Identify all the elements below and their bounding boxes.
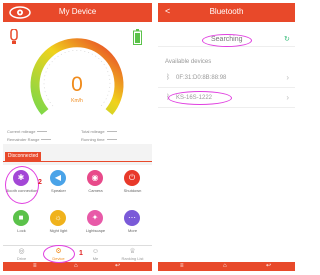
page-title: Bluetooth (209, 7, 244, 16)
bluetooth-status-icon (10, 29, 18, 44)
menu-nav-icon[interactable]: ≡ (180, 262, 184, 271)
camera-button[interactable]: ◉ Camera (77, 165, 114, 201)
highlight-device-ks16s (168, 91, 232, 105)
chevron-right-icon: › (286, 73, 289, 82)
lightscape-icon: ✦ (87, 210, 103, 226)
bluetooth-header: < Bluetooth (158, 3, 295, 22)
home-nav-icon[interactable]: ⌂ (223, 262, 227, 271)
step-1-marker: 1 (79, 250, 83, 257)
highlight-bluetooth-connection (5, 166, 39, 204)
stat-total-mileage: Total mileage (81, 129, 117, 134)
system-nav-bar: ≡ ⌂ ↩ (3, 262, 152, 271)
night-light-button[interactable]: ☼ Night light (40, 205, 77, 241)
shutdown-button[interactable]: ⏻ Shutdown (114, 165, 151, 201)
stat-current-mileage: Current mileage (7, 129, 48, 134)
available-devices-label: Available devices (165, 59, 212, 65)
highlight-device-tab (43, 245, 75, 263)
more-button[interactable]: ⋯ More (114, 205, 151, 241)
device-screen: My Device 0 Km/h Current mileage Total m… (3, 3, 152, 271)
drive-icon: ◎ (18, 248, 25, 255)
divider (3, 161, 152, 162)
back-nav-icon[interactable]: ↩ (115, 262, 120, 271)
speaker-button[interactable]: ◀ Speaker (40, 165, 77, 201)
connection-status-tab: Disconnected (5, 152, 41, 161)
speed-value: 0 (71, 73, 83, 96)
more-icon: ⋯ (124, 210, 140, 226)
speed-unit: Km/h (71, 98, 83, 104)
lock-icon: ■ (13, 210, 29, 226)
ranking-icon: ♕ (129, 248, 136, 255)
highlight-searching (202, 34, 252, 47)
bluetooth-icon: ᛒ (166, 74, 171, 81)
stat-remainder-range: Remainder Range (7, 137, 52, 142)
system-nav-bar: ≡ ⌂ ↩ (158, 262, 295, 271)
lock-button[interactable]: ■ Lock (3, 205, 40, 241)
page-title: My Device (58, 7, 97, 16)
stat-running-time: Running time (81, 137, 117, 142)
bluetooth-screen: < Bluetooth Searching ↻ Available device… (158, 3, 295, 271)
home-nav-icon[interactable]: ⌂ (74, 262, 78, 271)
tab-drive[interactable]: ◎ Drive (3, 247, 40, 262)
device-header: My Device (3, 3, 152, 22)
lightscape-button[interactable]: ✦ Lightscape (77, 205, 114, 241)
tab-ranking-list[interactable]: ♕ Ranking List (114, 247, 151, 262)
night-light-icon: ☼ (50, 210, 66, 226)
step-2-marker: 2 (38, 179, 42, 186)
menu-nav-icon[interactable]: ≡ (33, 262, 37, 271)
camera-icon: ◉ (87, 170, 103, 186)
chevron-right-icon: › (286, 93, 289, 102)
battery-icon (133, 29, 142, 45)
power-icon: ⏻ (124, 170, 140, 186)
back-nav-icon[interactable]: ↩ (266, 262, 271, 271)
refresh-icon[interactable]: ↻ (284, 35, 290, 43)
device-list-item[interactable]: ᛒ 0F:31:D0:8B:88:98 › (158, 70, 295, 88)
speaker-icon: ◀ (50, 170, 66, 186)
dashboard: 0 Km/h Current mileage Total mileage Rem… (3, 22, 152, 144)
screenshot-root: My Device 0 Km/h Current mileage Total m… (0, 0, 295, 275)
bottom-tab-bar: ◎ Drive ⚙ Device ☺ Me ♕ Ranking List (3, 245, 152, 262)
